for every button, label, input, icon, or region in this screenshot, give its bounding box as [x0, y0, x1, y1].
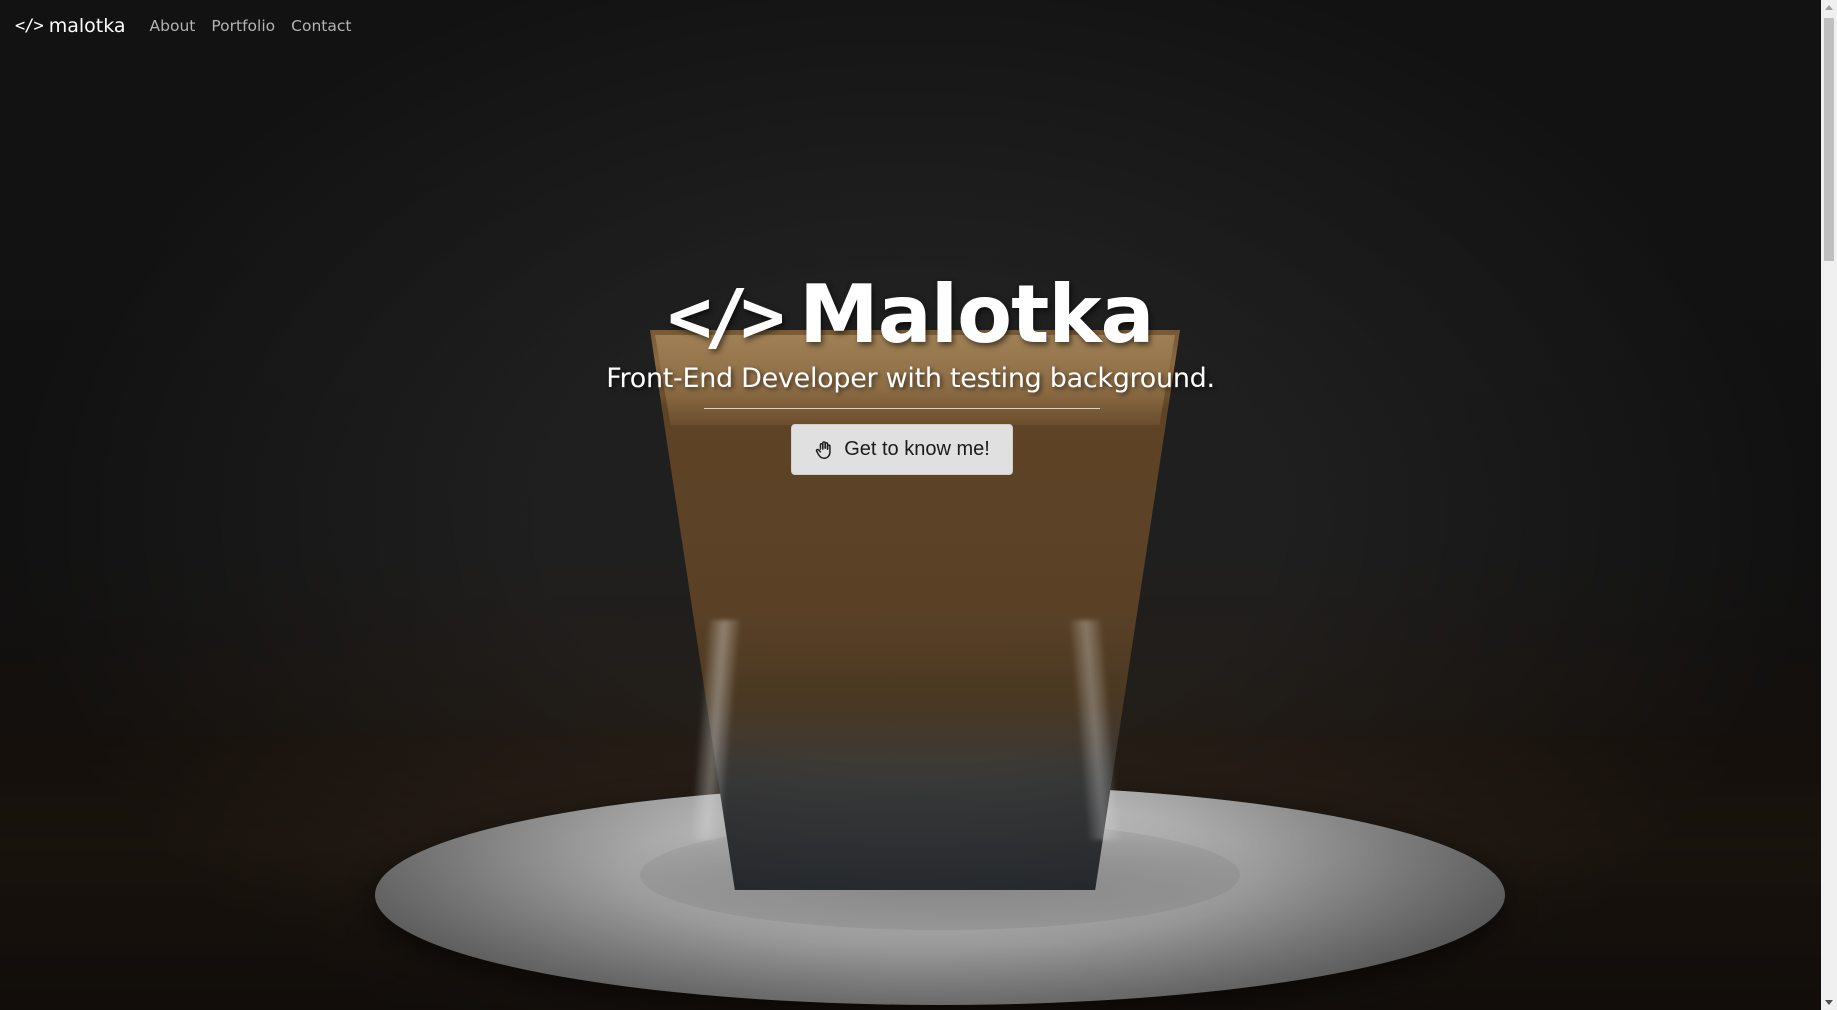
hero-background-image: [0, 0, 1821, 1010]
hero-title: </> Malotka: [0, 270, 1821, 362]
brand-link[interactable]: </> malotka: [15, 15, 126, 37]
top-navbar: </> malotka About Portfolio Contact: [0, 0, 1821, 52]
code-icon: </>: [667, 274, 785, 360]
scroll-down-arrow-icon[interactable]: [1825, 1000, 1833, 1005]
vignette-overlay: [0, 0, 1821, 1010]
hand-wave-icon: [816, 440, 831, 459]
page-viewport: </> malotka About Portfolio Contact </> M…: [0, 0, 1821, 1010]
hero-title-text: Malotka: [799, 268, 1154, 361]
hero-subtitle: Front-End Developer with testing backgro…: [606, 363, 1215, 394]
vertical-scrollbar[interactable]: [1821, 0, 1837, 1010]
nav-link-about[interactable]: About: [150, 17, 196, 35]
nav-link-contact[interactable]: Contact: [291, 17, 351, 35]
nav-link-portfolio[interactable]: Portfolio: [211, 17, 275, 35]
cta-label: Get to know me!: [844, 438, 990, 460]
scroll-up-arrow-icon[interactable]: [1825, 5, 1833, 10]
scroll-thumb[interactable]: [1824, 18, 1834, 261]
get-to-know-me-button[interactable]: Get to know me!: [791, 424, 1013, 475]
code-icon: </>: [15, 16, 44, 36]
brand-name: malotka: [48, 15, 126, 37]
hero-divider: [704, 408, 1100, 409]
